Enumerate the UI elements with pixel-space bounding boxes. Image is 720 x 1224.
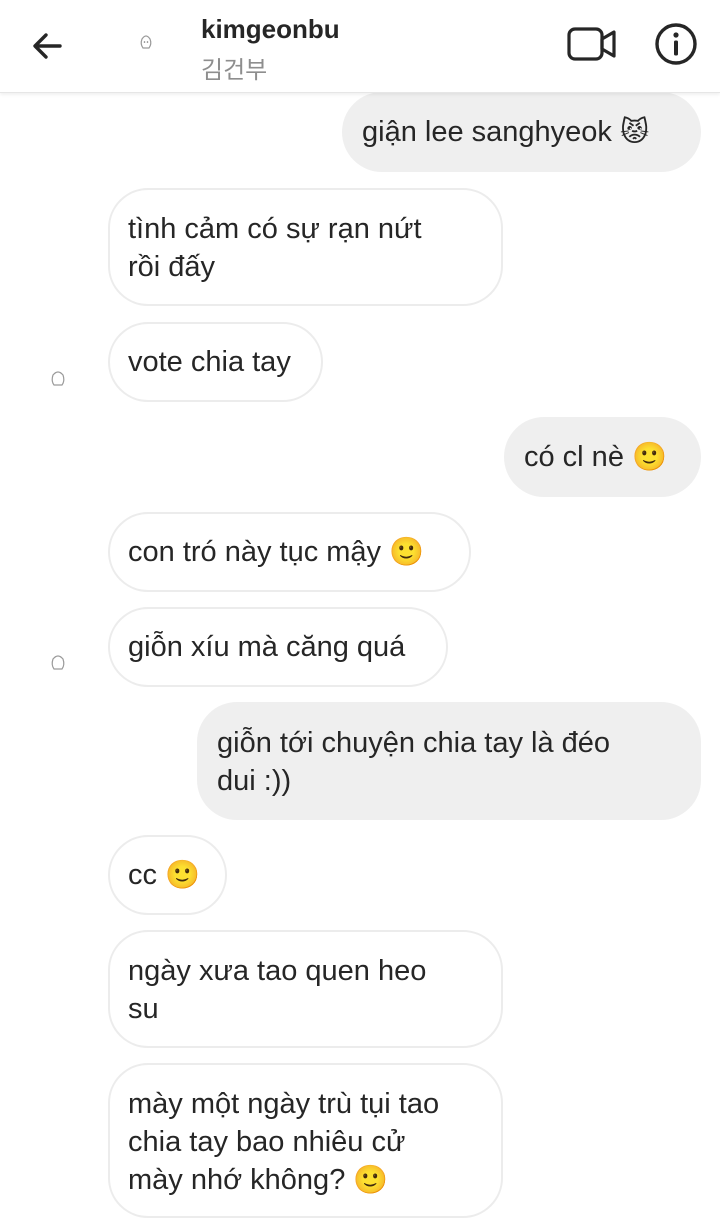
info-icon[interactable] bbox=[652, 20, 700, 68]
message-text: vote chia tay bbox=[128, 346, 291, 378]
video-call-icon[interactable] bbox=[566, 24, 618, 64]
pouting-cat-emoji: 😾 bbox=[619, 115, 650, 148]
message-bubble-outgoing[interactable]: giận lee sanghyeok 😾 bbox=[342, 92, 701, 172]
message-bubble-outgoing[interactable]: có cl nè 🙂 bbox=[504, 417, 701, 497]
message-text: mày một ngày trù tụi tao chia tay bao nh… bbox=[128, 1088, 440, 1196]
smiling-face-emoji: 🙂 bbox=[353, 1163, 389, 1196]
chat-header: kimgeonbu 김건부 bbox=[0, 0, 720, 93]
sender-avatar[interactable] bbox=[40, 650, 76, 678]
profile-avatar[interactable] bbox=[118, 26, 174, 62]
message-bubble-incoming[interactable]: cc 🙂 bbox=[108, 835, 227, 915]
smiling-face-emoji: 🙂 bbox=[389, 535, 424, 568]
message-bubble-incoming[interactable]: con tró này tục mậy 🙂 bbox=[108, 512, 471, 592]
message-text: giận lee sanghyeok bbox=[362, 116, 612, 148]
smiling-face-emoji: 🙂 bbox=[632, 440, 667, 473]
smiling-face-emoji: 🙂 bbox=[165, 858, 200, 891]
message-text: tình cảm có sự rạn nứt rồi đấy bbox=[128, 213, 422, 283]
message-text: giỗn xíu mà căng quá bbox=[128, 631, 406, 663]
message-text: giỗn tới chuyện chia tay là đéo dui :)) bbox=[217, 727, 611, 797]
sender-avatar[interactable] bbox=[40, 366, 76, 394]
message-text: có cl nè bbox=[524, 441, 624, 473]
message-bubble-incoming[interactable]: vote chia tay bbox=[108, 322, 323, 402]
chat-subtitle: 김건부 bbox=[201, 56, 268, 84]
message-bubble-incoming[interactable]: tình cảm có sự rạn nứt rồi đấy bbox=[108, 188, 503, 306]
message-bubble-outgoing[interactable]: giỗn tới chuyện chia tay là đéo dui :)) bbox=[197, 702, 701, 820]
message-text: cc bbox=[128, 859, 157, 891]
back-arrow-icon[interactable] bbox=[28, 26, 68, 66]
message-text: con tró này tục mậy bbox=[128, 536, 382, 568]
message-bubble-incoming[interactable]: mày một ngày trù tụi tao chia tay bao nh… bbox=[108, 1063, 503, 1218]
message-bubble-incoming[interactable]: ngày xưa tao quen heo su bbox=[108, 930, 503, 1048]
message-bubble-incoming[interactable]: giỗn xíu mà căng quá bbox=[108, 607, 448, 687]
chat-username[interactable]: kimgeonbu bbox=[201, 14, 340, 45]
message-text: ngày xưa tao quen heo su bbox=[128, 955, 427, 1025]
